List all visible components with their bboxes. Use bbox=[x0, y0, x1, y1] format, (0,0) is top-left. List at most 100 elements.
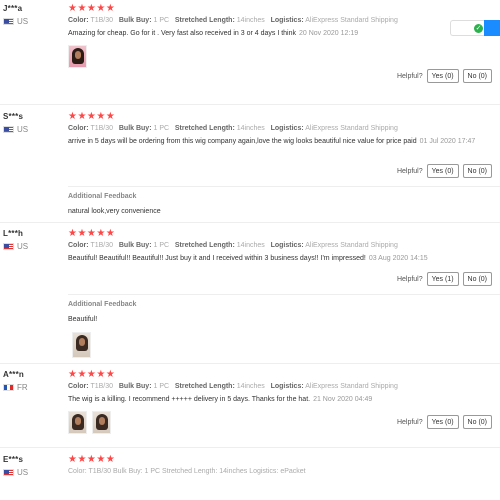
helpful-yes-button[interactable]: Yes (0) bbox=[426, 164, 459, 178]
review-content: ★★★★★ Color: T1B/30 Bulk Buy: 1 PC Stret… bbox=[68, 229, 488, 264]
attr-value: 14inches bbox=[236, 125, 265, 132]
attr-label: Stretched Length: bbox=[174, 383, 235, 390]
additional-feedback-text: Beautiful! bbox=[68, 316, 98, 323]
review-attributes: Color: T1B/30 Bulk Buy: 1 PC Stretched L… bbox=[68, 125, 488, 132]
buyer-country: US bbox=[3, 242, 28, 251]
buyer-country: US bbox=[3, 125, 28, 134]
review-text: The wig is a killing. I recommend +++++ … bbox=[68, 394, 488, 405]
review-buyer: A***n FR bbox=[3, 370, 28, 392]
attr-label: Color: bbox=[68, 125, 89, 132]
review-buyer: L***h US bbox=[3, 229, 28, 251]
buyer-name: J***a bbox=[3, 4, 23, 13]
review-attributes: Color: T1B/30 Bulk Buy: 1 PC Stretched L… bbox=[68, 468, 306, 475]
star-rating: ★★★★★ bbox=[68, 454, 116, 465]
helpful-row: Helpful? Yes (0) No (0) bbox=[397, 69, 492, 83]
country-code: US bbox=[17, 17, 29, 26]
review-text: Amazing for cheap. Go for it . Very fast… bbox=[68, 28, 488, 39]
attr-label: Logistics: bbox=[270, 242, 304, 249]
us-flag-icon bbox=[3, 126, 14, 133]
helpful-no-button[interactable]: No (0) bbox=[462, 415, 492, 429]
helpful-no-button[interactable]: No (0) bbox=[462, 69, 492, 83]
star-rating: ★★★★★ bbox=[68, 3, 116, 14]
review-text: arrive in 5 days will be ordering from t… bbox=[68, 136, 488, 147]
review-date: 20 Nov 2020 12:19 bbox=[299, 30, 359, 37]
attr-value: 1 PC bbox=[153, 125, 170, 132]
review-body: Beautiful! Beautiful!! Beautiful!! Just … bbox=[68, 255, 366, 262]
check-icon: ✓ bbox=[474, 23, 483, 33]
helpful-label: Helpful? bbox=[396, 418, 423, 426]
buyer-country: US bbox=[3, 17, 28, 26]
attr-value: T1B/30 bbox=[90, 17, 114, 24]
review-photo-thumbnail[interactable] bbox=[68, 45, 87, 68]
attr-value: AliExpress Standard Shipping bbox=[305, 17, 398, 24]
attr-value: 1 PC bbox=[153, 242, 170, 249]
helpful-label: Helpful? bbox=[396, 167, 423, 175]
attr-label: Bulk Buy: bbox=[118, 125, 152, 132]
additional-feedback-label: Additional Feedback bbox=[68, 301, 137, 308]
feedback-photo-thumbnail[interactable] bbox=[72, 332, 91, 358]
buyer-country: US bbox=[3, 468, 28, 477]
buyer-name: S***s bbox=[3, 112, 24, 121]
review-photo-thumbnail[interactable] bbox=[92, 411, 111, 434]
attr-label: Bulk Buy: bbox=[118, 242, 152, 249]
attr-label: Logistics: bbox=[270, 17, 304, 24]
review-body: The wig is a killing. I recommend +++++ … bbox=[68, 396, 311, 403]
review-date: 01 Jul 2020 17:47 bbox=[419, 138, 476, 145]
us-flag-icon bbox=[3, 243, 14, 250]
review-buyer: J***a US bbox=[3, 4, 28, 26]
star-rating: ★★★★★ bbox=[68, 369, 116, 380]
helpful-row: Helpful? Yes (1) No (0) bbox=[397, 272, 492, 286]
review-attributes: Color: T1B/30 Bulk Buy: 1 PC Stretched L… bbox=[68, 242, 488, 249]
attr-value: 14inches bbox=[236, 383, 265, 390]
attr-label: Bulk Buy: bbox=[118, 17, 152, 24]
review-buyer: E***s US bbox=[3, 455, 28, 477]
country-code: US bbox=[17, 125, 29, 134]
attr-value: 1 PC bbox=[153, 383, 170, 390]
review-content: ★★★★★ Color: T1B/30 Bulk Buy: 1 PC Stret… bbox=[68, 454, 488, 476]
helpful-no-button[interactable]: No (0) bbox=[462, 272, 492, 286]
review-body: Amazing for cheap. Go for it . Very fast… bbox=[68, 30, 296, 37]
attr-value: T1B/30 bbox=[90, 125, 114, 132]
attr-label: Stretched Length: bbox=[174, 125, 235, 132]
widget-tab[interactable] bbox=[484, 20, 500, 36]
helpful-yes-button[interactable]: Yes (1) bbox=[426, 272, 459, 286]
review-divider bbox=[0, 447, 500, 448]
attr-label: Stretched Length: bbox=[174, 242, 235, 249]
us-flag-icon bbox=[3, 18, 14, 25]
review-text: Beautiful! Beautiful!! Beautiful!! Just … bbox=[68, 253, 488, 264]
attr-value: T1B/30 bbox=[90, 383, 114, 390]
helpful-label: Helpful? bbox=[396, 275, 423, 283]
helpful-yes-button[interactable]: Yes (0) bbox=[426, 69, 459, 83]
review-attributes: Color: T1B/30 Bulk Buy: 1 PC Stretched L… bbox=[68, 17, 488, 24]
review-photo-thumbnail[interactable] bbox=[68, 411, 87, 434]
buyer-name: E***s bbox=[3, 455, 24, 464]
attr-label: Bulk Buy: bbox=[118, 383, 152, 390]
attr-label: Color: bbox=[68, 17, 89, 24]
attr-value: 14inches bbox=[236, 242, 265, 249]
additional-feedback-label: Additional Feedback bbox=[68, 193, 137, 200]
review-date: 03 Aug 2020 14:15 bbox=[368, 255, 428, 262]
review-divider bbox=[0, 363, 500, 364]
helpful-row: Helpful? Yes (0) No (0) bbox=[397, 415, 492, 429]
floating-help-widget[interactable]: ✓ bbox=[450, 20, 500, 36]
attr-label: Stretched Length: bbox=[174, 17, 235, 24]
fr-flag-icon bbox=[3, 384, 14, 391]
attr-value: AliExpress Standard Shipping bbox=[305, 242, 398, 249]
attr-value: AliExpress Standard Shipping bbox=[305, 125, 398, 132]
star-rating: ★★★★★ bbox=[68, 228, 116, 239]
review-attributes: Color: T1B/30 Bulk Buy: 1 PC Stretched L… bbox=[68, 383, 488, 390]
attr-label: Logistics: bbox=[270, 125, 304, 132]
review-buyer: S***s US bbox=[3, 112, 28, 134]
helpful-no-button[interactable]: No (0) bbox=[462, 164, 492, 178]
helpful-label: Helpful? bbox=[396, 72, 423, 80]
review-date: 21 Nov 2020 04:49 bbox=[313, 396, 373, 403]
review-divider bbox=[0, 222, 500, 223]
buyer-name: A***n bbox=[3, 370, 25, 379]
feedback-divider bbox=[68, 294, 500, 295]
country-code: US bbox=[17, 242, 29, 251]
attr-label: Color: bbox=[68, 383, 89, 390]
helpful-yes-button[interactable]: Yes (0) bbox=[426, 415, 459, 429]
additional-feedback-text: natural look,very convenience bbox=[68, 208, 161, 215]
attr-value: AliExpress Standard Shipping bbox=[305, 383, 398, 390]
attr-value: 1 PC bbox=[153, 17, 170, 24]
